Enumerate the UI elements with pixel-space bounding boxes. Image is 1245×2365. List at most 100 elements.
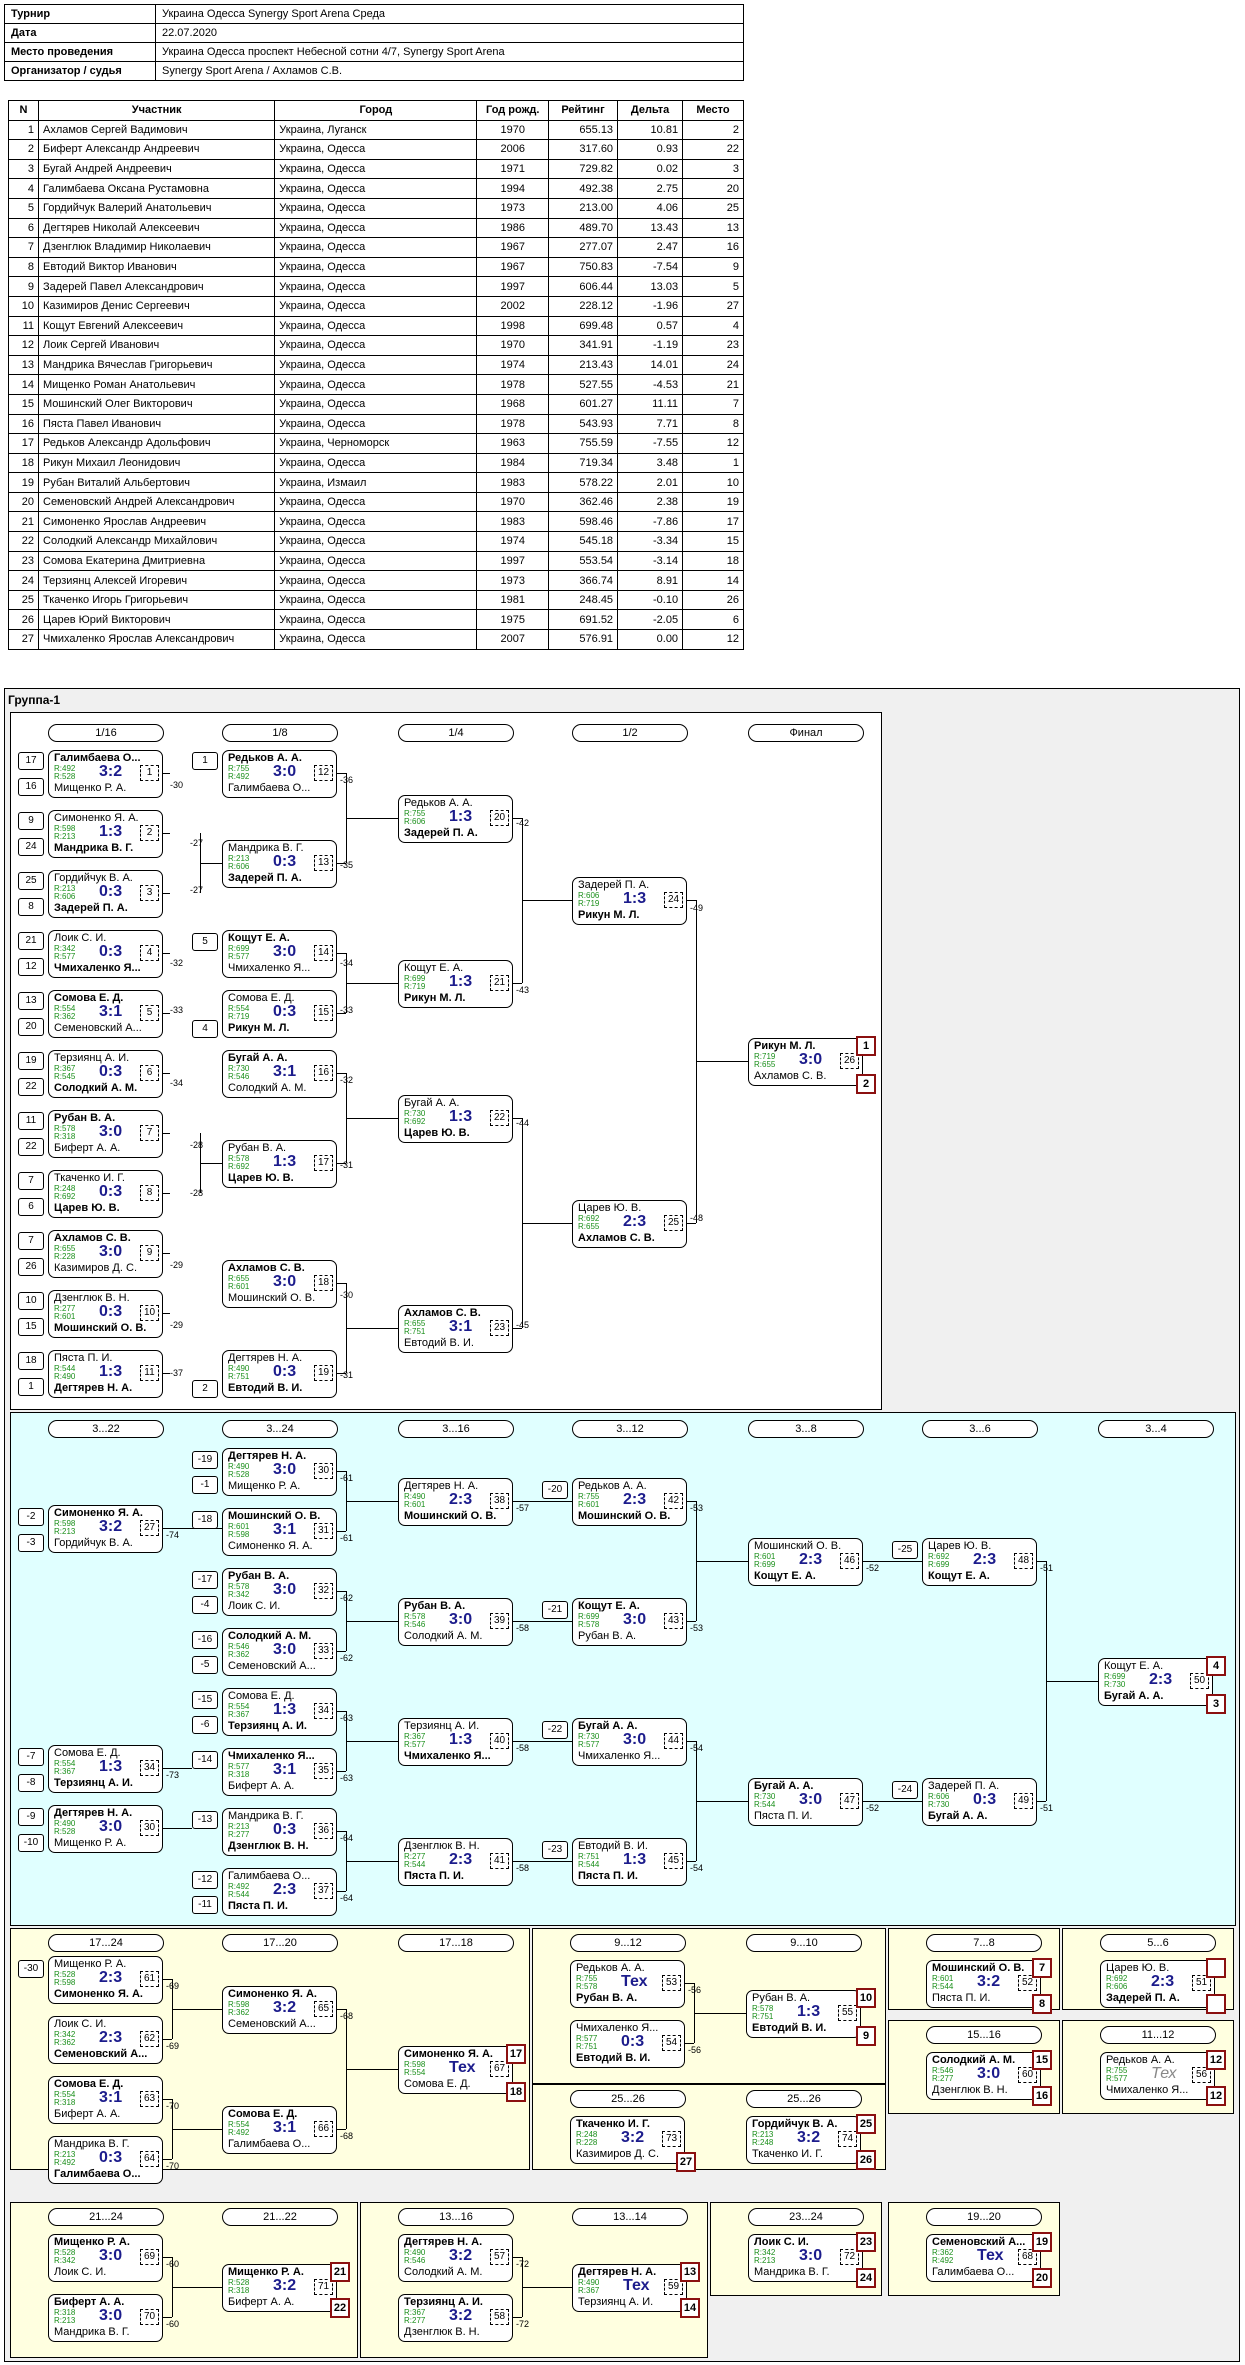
table-cell: 22: [682, 139, 744, 160]
table-cell: 4.06: [617, 197, 684, 219]
group-title: Группа-1: [8, 693, 61, 707]
table-row: 19 Рубан Виталий Альбертович Украина, Изма…: [8, 472, 744, 493]
rating-bottom: R:601: [54, 1312, 76, 1321]
table-cell: 17: [8, 433, 39, 454]
match-score: 0:3: [273, 853, 297, 870]
seed-box: -17: [192, 1571, 218, 1589]
player-bottom: Бугай А. А.: [928, 1810, 988, 1822]
place-badge: 18: [506, 2082, 526, 2102]
seed-box: 25: [18, 872, 44, 890]
match-card: Сомова Е. Д. R:554 R:719 0:3 15 Рикун М. Л.: [222, 990, 337, 1038]
rating-bottom: R:277: [932, 2074, 954, 2083]
table-row: 7 Дзенглюк Владимир Николаевич Украина, Од…: [8, 237, 744, 258]
info-key: Турнир: [4, 4, 156, 24]
match-number: 34: [314, 1703, 333, 1719]
match-number: 20: [490, 810, 509, 826]
table-cell: Украина, Одесса: [274, 629, 478, 650]
seed-box: -25: [892, 1541, 918, 1559]
match-score: 3:0: [273, 1581, 297, 1598]
player-bottom: Задерей П. А.: [228, 872, 302, 884]
seed-box: -5: [192, 1656, 218, 1674]
table-cell: 277.07: [547, 237, 619, 258]
table-cell: Украина, Одесса: [274, 158, 478, 180]
match-card: Бугай А. А. R:730 R:544 3:0 47 Пяста П. И.: [748, 1778, 863, 1826]
match-score: 3:0: [99, 1243, 123, 1260]
connector-line: [522, 2287, 572, 2288]
match-score: 1:3: [449, 1108, 473, 1125]
match-score: 0:3: [99, 883, 123, 900]
table-cell: 1970: [476, 491, 549, 513]
link-label: -64: [340, 1833, 354, 1843]
match-card: Мищенко Р. А. R:528 R:342 3:0 69 Лоик С. И.: [48, 2234, 163, 2282]
match-score: 2:3: [99, 2029, 123, 2046]
player-bottom: Дегтярев Н. А.: [54, 1382, 133, 1394]
seed-box: 10: [18, 1292, 44, 1310]
match-card: Евтодий В. И. R:751 R:544 1:3 45 Пяста П. И.: [572, 1838, 687, 1886]
round-label: 25...26: [570, 2090, 686, 2108]
seed-box: 21: [18, 932, 44, 950]
table-cell: 1970: [476, 119, 549, 141]
link-label: -32: [340, 1075, 354, 1085]
seed-box: -6: [192, 1716, 218, 1734]
rating-bottom: R:719: [578, 899, 600, 908]
rating-bottom: R:598: [228, 1530, 250, 1539]
table-cell: Семеновский Андрей Александрович: [37, 491, 276, 513]
table-row: 23 Сомова Екатерина Дмитриевна Украина, Од…: [8, 550, 744, 572]
player-bottom: Биферт А. А.: [54, 2108, 121, 2120]
player-bottom: Солодкий А. М.: [54, 1082, 138, 1094]
link-label: -63: [340, 1773, 354, 1783]
connector-line: [512, 2317, 522, 2318]
place-badge: [1206, 1958, 1226, 1978]
link-label: -51: [1040, 1563, 1054, 1573]
connector-line: [200, 1163, 222, 1164]
place-badge: 12: [1206, 2086, 1226, 2106]
match-number: 36: [314, 1823, 333, 1839]
table-cell: 9: [682, 256, 744, 278]
match-number: 54: [662, 2035, 681, 2051]
connector-line: [512, 1741, 572, 1742]
rating-bottom: R:342: [228, 1590, 250, 1599]
match-card: Терзиянц А. И. R:367 R:577 1:3 40 Чмихаленко …: [398, 1718, 513, 1766]
rating-bottom: R:318: [54, 1132, 76, 1141]
match-number: 2: [140, 825, 159, 841]
rating-bottom: R:655: [578, 1222, 600, 1231]
seed-box: -19: [192, 1451, 218, 1469]
player-bottom: Царев Ю. В.: [404, 1127, 470, 1139]
match-score: 3:2: [977, 1973, 1001, 1990]
match-score: Тех: [621, 1973, 648, 1990]
table-row: 21 Симоненко Ярослав Андреевич Украина, Од…: [8, 511, 744, 533]
link-label: -31: [340, 1160, 354, 1170]
connector-line: [686, 1223, 696, 1224]
rating-bottom: R:577: [1106, 2074, 1128, 2083]
match-card: Сомова Е. Д. R:554 R:492 3:1 66 Галимбаева О.…: [222, 2106, 337, 2154]
connector-line: [162, 1193, 170, 1194]
link-label: -61: [340, 1533, 354, 1543]
player-bottom: Рикун М. Л.: [404, 992, 466, 1004]
place-badge: 13: [680, 2262, 700, 2282]
link-label: -68: [340, 2131, 354, 2141]
match-number: 22: [490, 1110, 509, 1126]
connector-line: [162, 2099, 172, 2100]
table-cell: Лоик Сергей Иванович: [37, 335, 276, 356]
link-label: -30: [170, 780, 184, 790]
match-card: Задерей П. А. R:606 R:719 1:3 24 Рикун М. Л.: [572, 877, 687, 925]
link-label: -58: [516, 1863, 530, 1873]
match-number: 65: [314, 2001, 333, 2017]
table-row: 6 Дегтярев Николай Алексеевич Украина, Оде…: [8, 217, 744, 239]
match-card: Дегтярев Н. А. R:490 R:528 3:0 30 Мищенко Р. …: [222, 1448, 337, 1496]
match-score: 2:3: [99, 1969, 123, 1986]
match-score: 3:0: [623, 1731, 647, 1748]
match-number: 19: [314, 1365, 333, 1381]
match-score: 3:0: [977, 2065, 1001, 2082]
match-number: 27: [140, 1520, 159, 1536]
match-number: 15: [314, 1005, 333, 1021]
table-cell: 2006: [476, 139, 549, 160]
link-label: -37: [170, 1368, 184, 1378]
place-badge: 22: [330, 2298, 350, 2318]
match-score: 1:3: [99, 1363, 123, 1380]
player-bottom: Мандрика В. Г.: [54, 842, 134, 854]
table-cell: 1986: [476, 217, 549, 239]
match-card: Сомова Е. Д. R:554 R:318 3:1 63 Биферт А. А.: [48, 2076, 163, 2124]
connector-line: [162, 2039, 172, 2040]
player-bottom: Терзиянц А. И.: [228, 1720, 307, 1732]
